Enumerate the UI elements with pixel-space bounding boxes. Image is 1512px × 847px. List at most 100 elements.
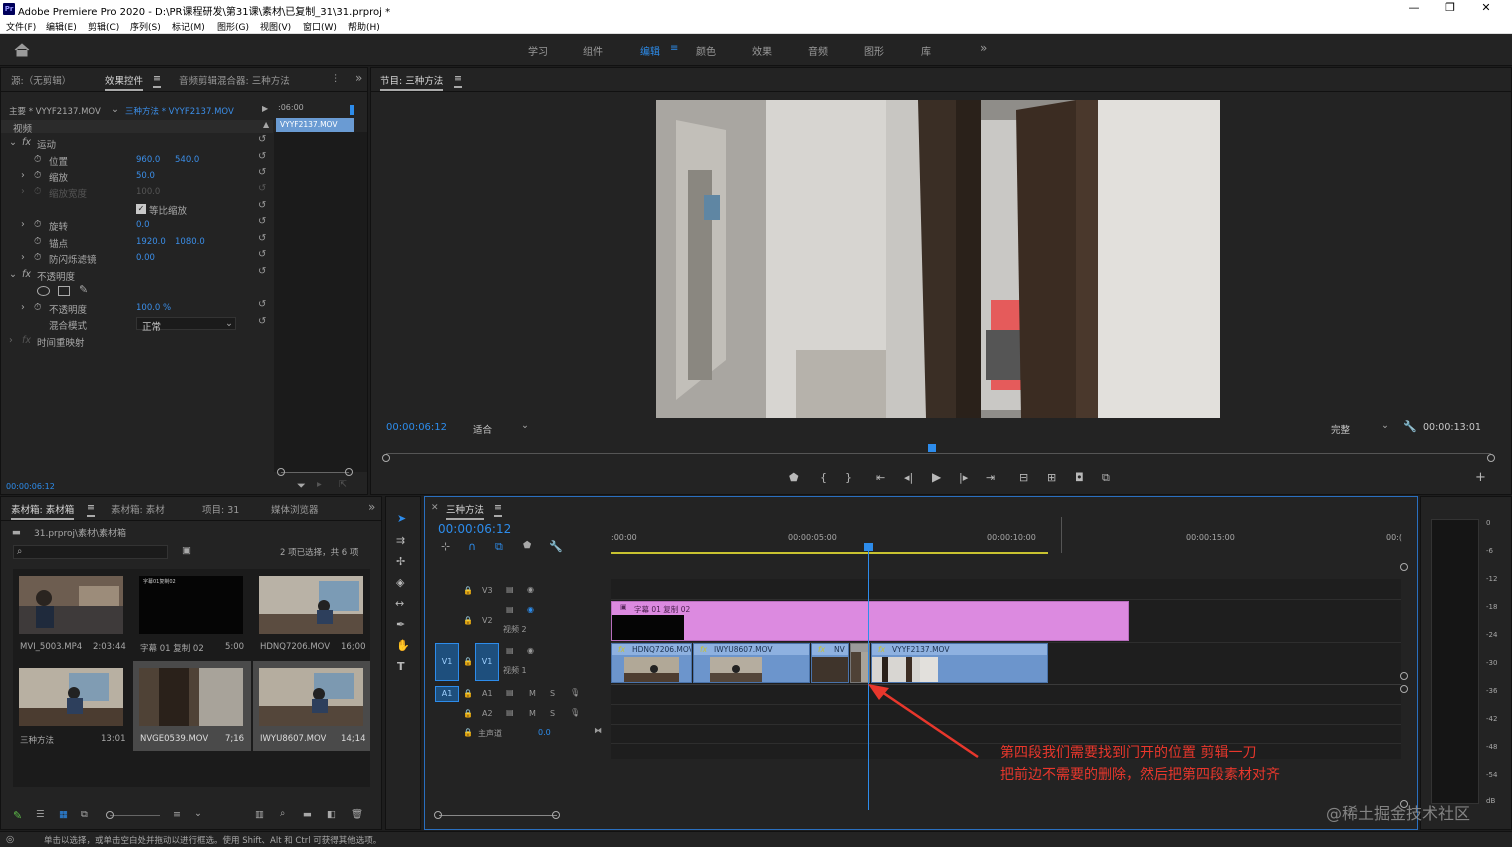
wrench-icon[interactable]: 🔧 bbox=[1403, 420, 1417, 433]
tab-bin-main[interactable]: 素材箱: 素材箱 bbox=[11, 502, 75, 520]
pencil-icon[interactable]: ✎ bbox=[13, 809, 22, 822]
timeline-timecode[interactable]: 00:00:06:12 bbox=[438, 522, 511, 536]
sync-lock-icon[interactable]: ▤ bbox=[506, 688, 514, 697]
reset-icon[interactable]: ↺ bbox=[258, 167, 266, 178]
snap-icon[interactable]: ∩ bbox=[468, 540, 476, 553]
razor-tool-icon[interactable]: ◈ bbox=[396, 576, 404, 589]
lock-icon[interactable]: 🔒 bbox=[463, 586, 473, 595]
workspace-effects[interactable]: 效果 bbox=[752, 43, 772, 58]
microphone-icon[interactable]: 🎙 bbox=[570, 688, 580, 697]
bin-search-input[interactable]: ⌕ bbox=[13, 545, 168, 559]
icon-view-icon[interactable]: ▦ bbox=[59, 809, 68, 820]
reset-icon[interactable]: ↺ bbox=[258, 134, 266, 145]
h-scroll-handle[interactable] bbox=[434, 811, 442, 819]
reset-icon[interactable]: ↺ bbox=[258, 249, 266, 260]
effect-timecode[interactable]: 00:00:06:12 bbox=[6, 482, 55, 491]
chevron-right-icon[interactable]: › bbox=[21, 252, 25, 263]
chevron-down-icon[interactable]: ⌄ bbox=[194, 808, 202, 819]
freeform-view-icon[interactable]: ⧉ bbox=[81, 809, 88, 820]
clip-nvge0539-segment[interactable] bbox=[850, 643, 870, 683]
go-to-out-icon[interactable]: ⇥ bbox=[986, 471, 995, 484]
opacity-value[interactable]: 100.0 % bbox=[136, 303, 171, 313]
reset-icon[interactable]: ↺ bbox=[258, 233, 266, 244]
tab-media-browser[interactable]: 媒体浏览器 bbox=[271, 502, 319, 516]
mark-out-icon[interactable]: } bbox=[845, 471, 852, 484]
mini-playhead[interactable] bbox=[350, 105, 354, 115]
program-timecode[interactable]: 00:00:06:12 bbox=[386, 422, 447, 433]
step-back-icon[interactable]: ◂| bbox=[904, 471, 913, 484]
add-button-icon[interactable]: + bbox=[1475, 470, 1486, 485]
filter-icon[interactable]: ⏷ bbox=[297, 479, 306, 493]
expand-panels-icon[interactable]: » bbox=[355, 71, 362, 85]
workspace-audio[interactable]: 音频 bbox=[808, 43, 828, 58]
pen-mask-icon[interactable]: ✎ bbox=[79, 283, 88, 296]
close-tab-icon[interactable]: ✕ bbox=[431, 503, 439, 513]
automate-to-sequence-icon[interactable]: ▥ bbox=[255, 809, 264, 820]
tab-menu-icon[interactable]: ≡ bbox=[87, 502, 95, 517]
eye-icon[interactable]: ◉ bbox=[527, 605, 534, 614]
scroll-up-icon[interactable]: ▲ bbox=[263, 120, 269, 129]
find-icon[interactable]: ⌕ bbox=[280, 808, 285, 819]
export-icon[interactable]: ⇱ bbox=[339, 479, 347, 490]
uniform-scale-checkbox[interactable]: ✓ bbox=[136, 204, 146, 214]
menu-view[interactable]: 视图(V) bbox=[260, 20, 291, 33]
reset-icon[interactable]: ↺ bbox=[258, 216, 266, 227]
menu-graphics[interactable]: 图形(G) bbox=[217, 20, 249, 33]
list-view-icon[interactable]: ☰ bbox=[36, 809, 45, 820]
lock-icon[interactable]: 🔒 bbox=[463, 728, 473, 737]
reset-icon[interactable]: ↺ bbox=[258, 299, 266, 310]
tab-effect-controls[interactable]: 效果控件 bbox=[105, 73, 144, 91]
menu-window[interactable]: 窗口(W) bbox=[303, 20, 337, 33]
menu-file[interactable]: 文件(F) bbox=[6, 20, 36, 33]
clip-nvge0539[interactable]: fx NV bbox=[811, 643, 849, 683]
scrub-handle-left[interactable] bbox=[382, 454, 390, 462]
chevron-down-icon[interactable]: ⌄ bbox=[521, 420, 529, 431]
new-item-icon[interactable]: ◧ bbox=[327, 809, 336, 820]
reset-icon[interactable]: ↺ bbox=[258, 266, 266, 277]
tab-source[interactable]: 源:（无剪辑） bbox=[11, 73, 71, 87]
play-audio-icon[interactable]: ▸ bbox=[317, 479, 322, 490]
mute-button[interactable]: M bbox=[529, 689, 536, 698]
flicker-value[interactable]: 0.00 bbox=[136, 253, 155, 263]
stopwatch-icon[interactable]: ⏱ bbox=[34, 236, 41, 247]
expand-panels-icon[interactable]: » bbox=[368, 500, 375, 514]
fx-icon[interactable]: fx bbox=[22, 269, 31, 280]
position-y-value[interactable]: 540.0 bbox=[175, 155, 199, 165]
track-select-tool-icon[interactable]: ⇉ bbox=[396, 534, 405, 547]
chevron-down-icon[interactable]: ⌄ bbox=[1381, 420, 1389, 431]
play-icon[interactable]: ▶ bbox=[932, 470, 941, 484]
nest-icon[interactable]: ⊹ bbox=[441, 540, 450, 553]
chevron-right-icon[interactable]: › bbox=[9, 335, 13, 346]
rectangle-mask-icon[interactable] bbox=[58, 286, 70, 296]
sequence-clip-label[interactable]: 三种方法 * VYYF2137.MOV bbox=[125, 105, 234, 117]
master-clip-label[interactable]: 主要 * VYYF2137.MOV bbox=[9, 105, 101, 117]
anchor-x-value[interactable]: 1920.0 bbox=[136, 237, 166, 247]
chevron-down-icon[interactable]: ⌄ bbox=[9, 137, 17, 148]
home-icon[interactable] bbox=[14, 43, 30, 57]
workspace-libraries[interactable]: 库 bbox=[921, 43, 931, 58]
program-scrub-bar[interactable] bbox=[386, 453, 1491, 454]
tab-project[interactable]: 项目: 31 bbox=[202, 502, 239, 516]
menu-marker[interactable]: 标记(M) bbox=[172, 20, 205, 33]
source-patch-a1[interactable]: A1 bbox=[435, 686, 459, 702]
close-icon[interactable]: ✕ bbox=[1476, 1, 1496, 14]
slip-tool-icon[interactable]: ↔ bbox=[395, 597, 404, 610]
new-bin-icon[interactable]: ▬ bbox=[303, 809, 312, 820]
fx-icon[interactable]: fx bbox=[22, 137, 31, 148]
scale-value[interactable]: 50.0 bbox=[136, 171, 155, 181]
tab-sequence[interactable]: 三种方法 bbox=[446, 502, 485, 520]
sort-icon[interactable]: ≡ bbox=[173, 809, 181, 820]
v-scroll-handle[interactable] bbox=[1400, 672, 1408, 680]
wrench-icon[interactable]: 🔧 bbox=[549, 540, 563, 553]
pen-tool-icon[interactable]: ✒ bbox=[396, 618, 405, 631]
list-item[interactable]: 三种方法 13:01 bbox=[13, 661, 131, 751]
mark-in-icon[interactable]: { bbox=[820, 471, 827, 484]
sync-lock-icon[interactable]: ▤ bbox=[506, 646, 514, 655]
workspace-learn[interactable]: 学习 bbox=[528, 43, 548, 58]
workspace-editing[interactable]: 编辑 bbox=[640, 43, 660, 58]
stopwatch-icon[interactable]: ⏱ bbox=[34, 252, 41, 263]
list-item[interactable]: HDNQ7206.MOV 16;00 bbox=[253, 569, 370, 659]
tab-program[interactable]: 节目: 三种方法 bbox=[380, 73, 444, 91]
ripple-edit-tool-icon[interactable]: ✢ bbox=[396, 555, 405, 568]
fit-select[interactable]: 适合 bbox=[473, 422, 492, 436]
